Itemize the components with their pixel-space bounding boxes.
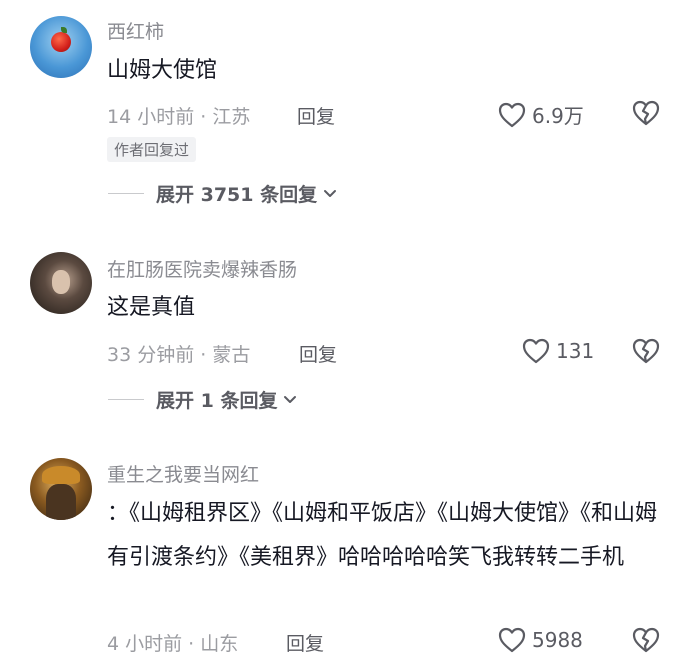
avatar[interactable]: [30, 458, 92, 520]
reply-button[interactable]: 回复: [286, 629, 324, 656]
comment-username[interactable]: 重生之我要当网红: [107, 460, 259, 487]
apple-icon: [51, 32, 71, 52]
divider-line: [108, 399, 144, 400]
figure-shape: [46, 484, 76, 520]
comment-time-location: 33 分钟前 · 蒙古: [107, 344, 251, 366]
comment-text: ：《山姆租界区》《山姆和平饭店》《山姆大使馆》《和山姆有引渡条约》《美租界》哈哈…: [107, 501, 658, 570]
apple-leaf: [61, 27, 67, 33]
expand-replies-label: 展开 3751 条回复: [156, 184, 318, 206]
broken-heart-icon[interactable]: [632, 627, 660, 653]
comment-time-location: 14 小时前 · 江苏: [107, 106, 251, 128]
expand-replies-button[interactable]: 展开 1 条回复: [108, 386, 297, 413]
reply-button[interactable]: 回复: [297, 102, 335, 129]
like-button[interactable]: 5988: [498, 627, 583, 653]
comment-time-location: 4 小时前 · 山东: [107, 633, 239, 655]
broken-heart-icon[interactable]: [632, 100, 660, 126]
like-count: 131: [556, 339, 595, 363]
like-button[interactable]: 131: [522, 338, 594, 364]
face-shape: [52, 270, 70, 294]
chevron-down-icon: [284, 395, 297, 403]
expand-replies-label: 展开 1 条回复: [156, 390, 278, 412]
avatar[interactable]: [30, 252, 92, 314]
reply-button[interactable]: 回复: [299, 340, 337, 367]
avatar[interactable]: [30, 16, 92, 78]
comment-text: 这是真值: [107, 295, 196, 320]
broken-heart-icon[interactable]: [632, 338, 660, 364]
like-button[interactable]: 6.9万: [498, 100, 584, 129]
author-replied-badge: 作者回复过: [107, 137, 197, 162]
heart-outline-icon: [498, 102, 526, 127]
chevron-down-icon: [324, 189, 337, 197]
hat-shape: [42, 466, 80, 484]
comment-text: 山姆大使馆: [107, 58, 218, 83]
expand-replies-button[interactable]: 展开 3751 条回复: [108, 180, 337, 207]
divider-line: [108, 193, 144, 194]
comment-username[interactable]: 在肛肠医院卖爆辣香肠: [107, 255, 297, 282]
like-count: 5988: [532, 628, 583, 652]
comment-username[interactable]: 西红柿: [107, 17, 164, 44]
heart-outline-icon: [498, 627, 526, 653]
heart-outline-icon: [522, 338, 550, 364]
like-count: 6.9万: [532, 104, 584, 128]
